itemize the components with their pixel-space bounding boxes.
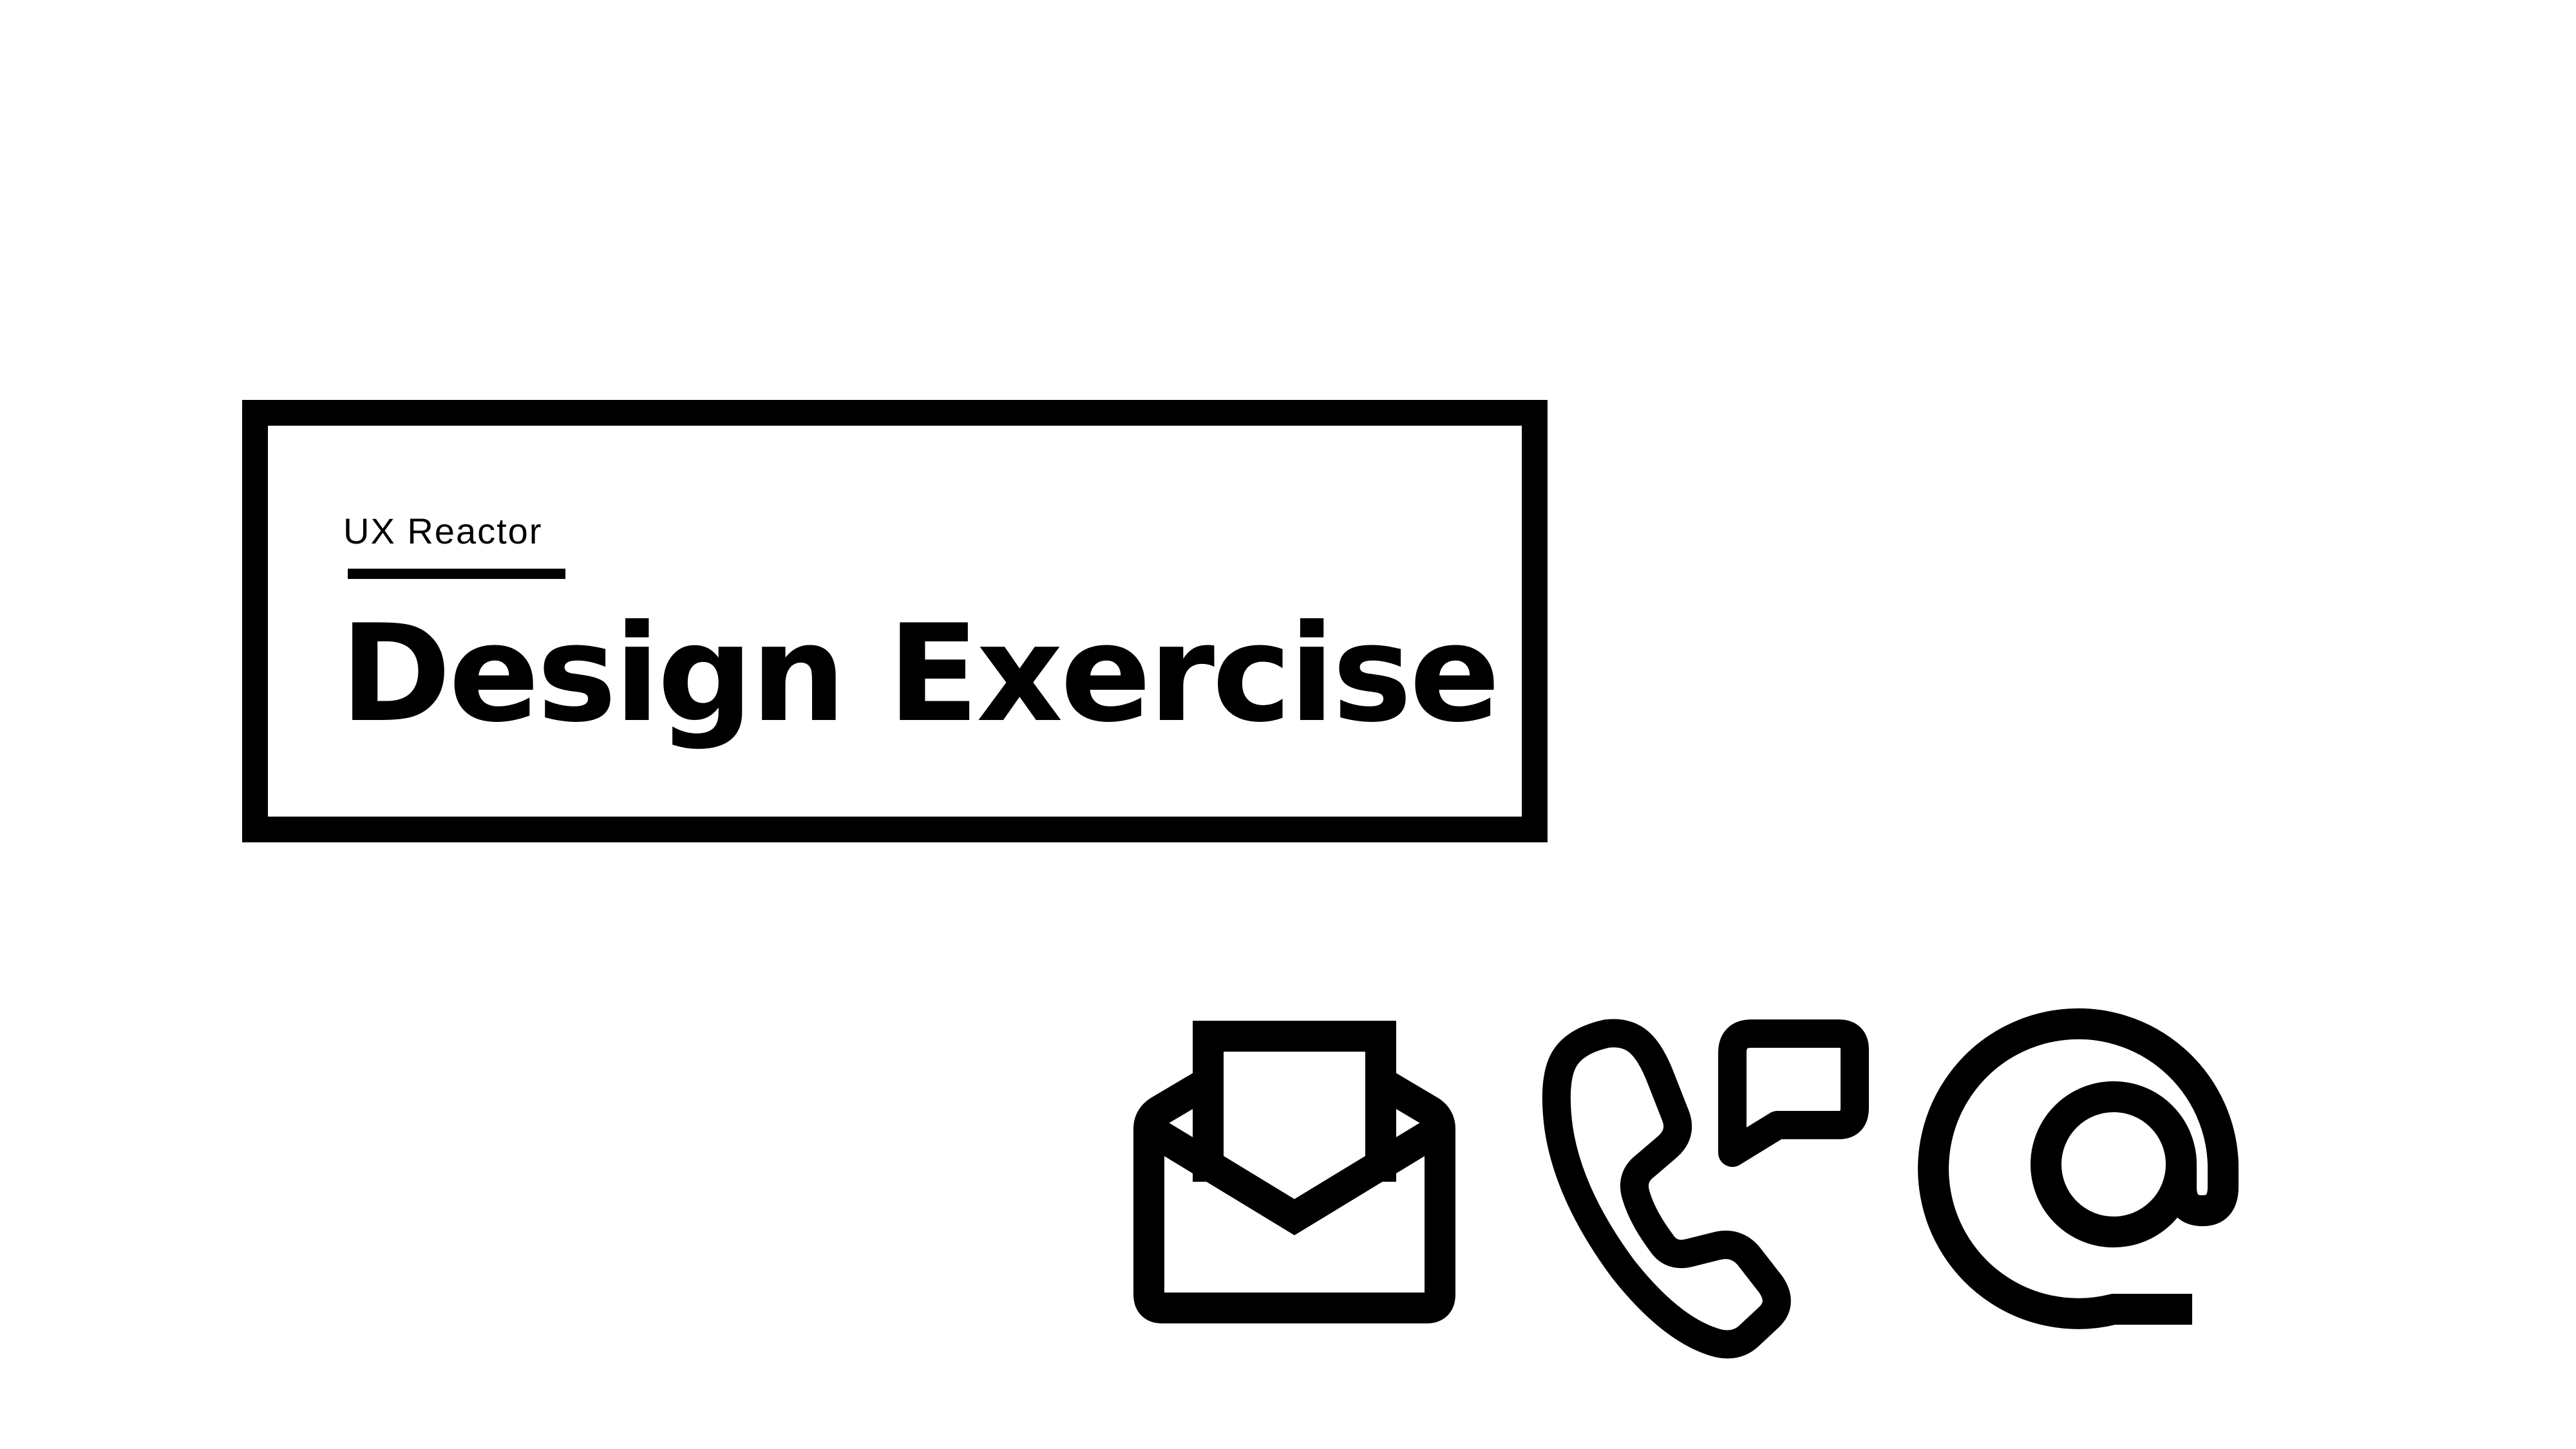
page-title: Design Exercise	[340, 596, 1501, 752]
at-sign-icon	[1918, 1003, 2286, 1332]
open-envelope-icon	[1133, 1021, 1455, 1323]
subtitle: UX Reactor	[343, 511, 543, 551]
phone-chat-icon	[1539, 1008, 1887, 1359]
subtitle-underline	[348, 569, 565, 579]
